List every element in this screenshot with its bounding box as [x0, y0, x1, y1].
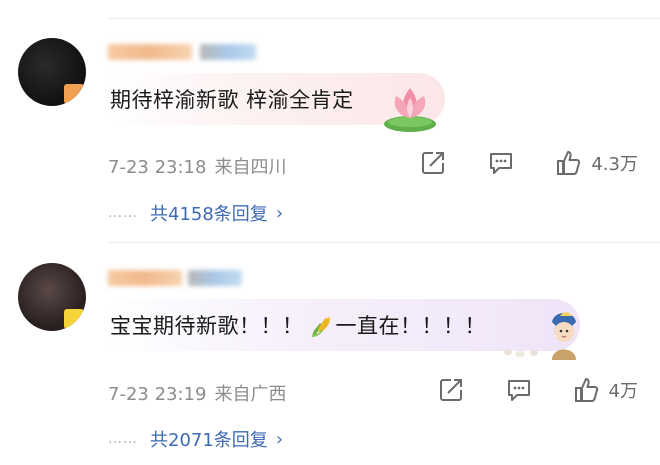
reply-count-link[interactable]: 共2071条回复	[150, 426, 268, 452]
comment-divider	[108, 242, 660, 243]
share-icon[interactable]	[437, 376, 465, 404]
reply-dots: ……	[108, 205, 138, 221]
comment-meta: 7-23 23:18 来自四川	[108, 153, 286, 179]
like-icon[interactable]	[573, 376, 601, 404]
avatar-badge	[64, 84, 84, 104]
comment-time: 7-23 23:18	[108, 157, 207, 178]
top-divider	[108, 18, 660, 19]
share-icon[interactable]	[419, 149, 447, 177]
comment-time: 7-23 23:19	[108, 384, 207, 405]
comment-actions: 4万	[437, 376, 638, 404]
reply-count-link[interactable]: 共4158条回复	[150, 200, 268, 226]
girl-with-pearl-earring-icon	[500, 308, 592, 360]
comment-location: 来自广西	[214, 384, 287, 405]
corn-icon	[306, 313, 334, 341]
comment-actions: 4.3万	[419, 149, 638, 177]
like-count: 4.3万	[591, 154, 638, 175]
comment-icon[interactable]	[505, 376, 533, 404]
user-tag-blurred	[200, 44, 256, 60]
comment-meta: 7-23 23:19 来自广西	[108, 380, 286, 406]
avatar[interactable]	[18, 38, 86, 106]
comment-text-part-1: 宝宝期待新歌！！！	[110, 313, 304, 338]
like-count: 4万	[608, 381, 638, 402]
lotus-icon	[380, 82, 444, 134]
reply-dots: ……	[108, 431, 138, 447]
avatar[interactable]	[18, 263, 86, 331]
comment-location: 来自四川	[214, 157, 287, 178]
like-icon[interactable]	[555, 149, 583, 177]
comment-icon[interactable]	[487, 149, 515, 177]
user-tag-blurred	[188, 270, 242, 286]
comment-text: 宝宝期待新歌！！！ 一直在！！！！	[110, 310, 486, 341]
username-blurred[interactable]	[108, 44, 192, 60]
chevron-right-icon: ›	[275, 202, 284, 224]
comment-text-part-2: 一直在！！！！	[335, 313, 486, 338]
chevron-right-icon: ›	[275, 428, 284, 450]
comment-text: 期待梓渝新歌 梓渝全肯定	[110, 88, 354, 112]
view-replies[interactable]: …… 共4158条回复 ›	[108, 200, 283, 226]
username-blurred[interactable]	[108, 270, 182, 286]
view-replies[interactable]: …… 共2071条回复 ›	[108, 426, 283, 452]
avatar-badge	[64, 309, 84, 329]
